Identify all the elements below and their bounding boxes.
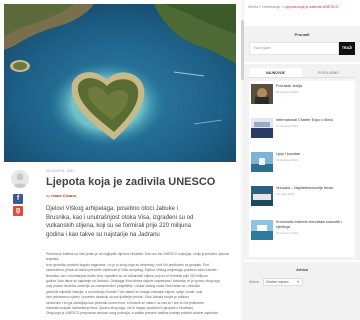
post-list: Povratak Jedija 29 listopad 2019 Interna… (249, 81, 355, 257)
article-title: Ljepota koja je zadivila UNESCO (46, 176, 216, 188)
breadcrumb-current: Ljepota koja je zadivila UNESCO (284, 5, 339, 9)
lead-line: Djelovi Viškog arhipelaga, posebno otoci… (46, 206, 178, 212)
post-date: 19 rujan 2019 (276, 192, 295, 196)
article-body: Prirodna je baština na Visu jedan je od … (46, 252, 234, 317)
breadcrumb-home[interactable]: Mreža (248, 5, 258, 9)
search-button[interactable]: TRAŽI (339, 42, 355, 55)
posts-tabs: NAJNOVIJE POPULARNO (249, 68, 355, 78)
search-heading: Pronađi (294, 32, 310, 37)
post-title[interactable]: Ljepi i konstan (276, 152, 354, 157)
article-lead: Djelovi Viškog arhipelaga, posebno otoci… (46, 205, 234, 239)
body-line: Zbog toga je UNESCO prepoznao važnost ov… (46, 311, 220, 316)
post-title[interactable]: International Charter Expo u Beču (276, 118, 354, 123)
post-title[interactable]: Kronološki intimnih trenutaka nuknutih i… (276, 220, 354, 230)
archive-label: Arhiva (249, 280, 259, 284)
breadcrumb-separator: » (281, 5, 284, 9)
chevron-down-icon: ▼ (296, 280, 300, 284)
archive-row: Arhiva Odaberi mjesec ▼ (249, 278, 303, 286)
archive-widget: Arhiva Arhiva Odaberi mjesec ▼ (244, 262, 360, 320)
byline: by Ivana Cicanu (46, 193, 76, 198)
author-avatar[interactable] (11, 170, 29, 188)
list-item[interactable]: Povratak Jedija 29 listopad 2019 (249, 81, 355, 111)
post-thumbnail[interactable] (251, 220, 273, 240)
posts-widget: NAJNOVIJE POPULARNO Povratak Jedija 29 l… (244, 64, 360, 260)
post-date: 30 kolovoz 2019 (276, 231, 298, 235)
breadcrumb: Mreža » Destinacije » Ljepota koja je za… (248, 4, 356, 10)
list-item[interactable]: International Charter Expo u Beču 17 lis… (249, 115, 355, 145)
post-thumbnail[interactable] (251, 152, 273, 172)
post-date: 29 listopad 2019 (276, 90, 299, 94)
post-thumbnail[interactable] (251, 186, 273, 206)
hero-image (4, 4, 236, 162)
google-plus-share-icon[interactable]: g (13, 206, 23, 216)
archive-select[interactable]: Odaberi mjesec ▼ (262, 278, 303, 286)
breadcrumb-section[interactable]: Destinacije (262, 5, 280, 9)
post-date: 17 listopad 2019 (276, 124, 299, 128)
lead-line: vulkanskih stijena, koji su se formirali… (46, 223, 192, 230)
page: f g 03/12/2014, 2017 Ljepota koja je zad… (0, 0, 360, 320)
body-line: okolnostima, jedna od takvih prirodnih v… (46, 268, 218, 273)
tab-popular[interactable]: POPULARNO (302, 68, 355, 77)
search-widget: Pronađi Traži pojam TRAŽI (244, 26, 360, 62)
tab-latest[interactable]: NAJNOVIJE (249, 68, 302, 77)
facebook-share-icon[interactable]: f (13, 194, 23, 204)
search-row: Traži pojam TRAŽI (249, 42, 355, 55)
post-title[interactable]: Vrboska – Najmetencioznije tmcer (276, 186, 354, 191)
post-date: 03/12/2014, 2017 (46, 169, 75, 173)
lead-line: godina i kao takve su najstarije na Jadr… (46, 231, 160, 238)
lead-line: Brusnika, kao i unutrašnjost otoka Visa,… (46, 214, 194, 221)
list-item[interactable]: Vrboska – Najmetencioznije tmcer 19 ruja… (249, 183, 355, 213)
body-line: Prirodna je baština na Visu jedan je od … (46, 252, 229, 262)
search-input[interactable]: Traži pojam (249, 42, 339, 55)
archive-heading: Arhiva (296, 268, 308, 272)
post-thumbnail[interactable] (251, 118, 273, 138)
archive-selected: Odaberi mjesec (265, 280, 289, 284)
author-link[interactable]: Ivana Cicanu (51, 193, 76, 198)
list-item[interactable]: Kronološki intimnih trenutaka nuknutih i… (249, 217, 355, 247)
byline-prefix: by (46, 193, 51, 198)
list-item[interactable]: Ljepi i konstan 03 listopad 2019 (249, 149, 355, 179)
post-date: 03 listopad 2019 (276, 158, 299, 162)
post-thumbnail[interactable] (251, 84, 273, 104)
post-title[interactable]: Povratak Jedija (276, 84, 354, 89)
